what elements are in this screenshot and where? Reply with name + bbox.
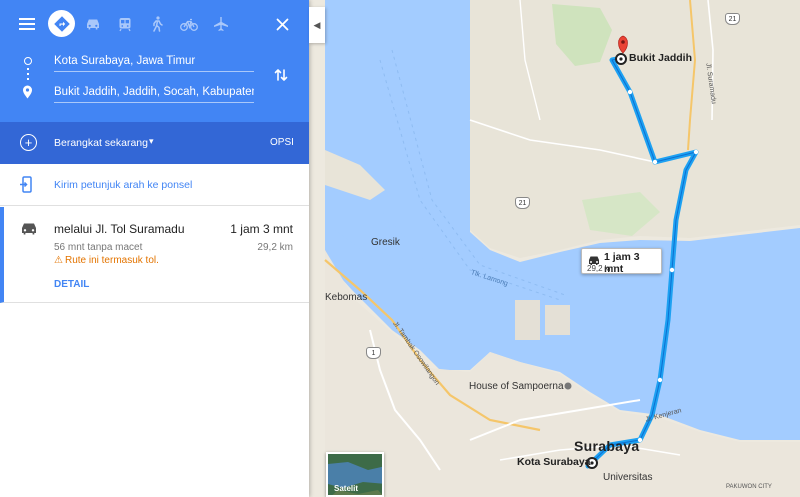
origin-dot-icon bbox=[24, 57, 32, 65]
warning-icon: ⚠ bbox=[54, 255, 63, 266]
sampoerna-label: House of Sampoerna bbox=[469, 381, 564, 392]
send-to-phone-label: Kirim petunjuk arah ke ponsel bbox=[54, 179, 193, 191]
walk-icon bbox=[153, 16, 163, 32]
road-shield-21-a: 21 bbox=[725, 13, 740, 25]
route-dots-icon bbox=[27, 68, 29, 82]
harbour bbox=[515, 300, 540, 340]
close-directions-button[interactable] bbox=[269, 11, 295, 37]
destination-pin-hole bbox=[621, 40, 625, 44]
origin-input[interactable]: Kota Surabaya, Jawa Timur bbox=[54, 50, 254, 72]
universitas-label: Universitas bbox=[603, 472, 653, 483]
directions-panel: Kota Surabaya, Jawa Timur Bukit Jaddih, … bbox=[0, 0, 309, 497]
pakuwon-label: PAKUWON CITY bbox=[726, 484, 772, 490]
route-node bbox=[693, 149, 699, 155]
detail-button[interactable]: DETAIL bbox=[54, 279, 89, 290]
satellite-label: Satelit bbox=[334, 484, 359, 493]
transit-icon bbox=[119, 17, 131, 31]
mode-walk-button[interactable] bbox=[144, 11, 170, 37]
route-node bbox=[652, 159, 658, 165]
route-traffic-note: 56 mnt tanpa macet bbox=[54, 242, 143, 253]
bike-icon bbox=[180, 18, 198, 31]
route-name: melalui Jl. Tol Suramadu bbox=[54, 222, 185, 236]
car-icon bbox=[87, 19, 99, 30]
mode-best-route-button[interactable] bbox=[48, 10, 75, 37]
chevron-left-icon: ◀ bbox=[313, 19, 321, 30]
plus-icon: + bbox=[24, 135, 33, 150]
mode-bike-button[interactable] bbox=[176, 11, 202, 37]
toll-warning-text: Rute ini termasuk tol. bbox=[64, 255, 159, 266]
route-duration: 1 jam 3 mnt bbox=[230, 222, 293, 236]
kebomas-label: Kebomas bbox=[325, 292, 368, 303]
menu-icon bbox=[19, 18, 35, 30]
mode-transit-button[interactable] bbox=[112, 11, 138, 37]
route-node bbox=[627, 89, 633, 95]
flight-icon bbox=[214, 17, 228, 31]
directions-header: Kota Surabaya, Jawa Timur Bukit Jaddih, … bbox=[0, 0, 309, 122]
depart-time-select[interactable]: Berangkat sekarang bbox=[54, 137, 148, 149]
menu-button[interactable] bbox=[14, 11, 40, 37]
road-shield-1: 1 bbox=[366, 347, 381, 359]
poi-marker bbox=[564, 382, 572, 390]
satellite-toggle[interactable]: Satelit bbox=[326, 452, 384, 497]
origin-label: Kota Surabaya bbox=[517, 456, 591, 468]
road-shield-21-b: 21 bbox=[515, 197, 530, 209]
car-icon bbox=[20, 222, 38, 240]
destination-dot-center bbox=[619, 57, 623, 61]
close-icon bbox=[276, 18, 288, 30]
send-to-phone-icon bbox=[19, 176, 33, 198]
route-distance: 29,2 km bbox=[257, 242, 293, 253]
mode-flight-button[interactable] bbox=[208, 11, 234, 37]
directions-icon bbox=[53, 15, 70, 32]
route-info-bubble[interactable]: 1 jam 3 mnt 29,2 km bbox=[581, 248, 662, 275]
add-stop-button[interactable]: + bbox=[20, 134, 37, 151]
toll-warning: ⚠ Rute ini termasuk tol. bbox=[54, 255, 159, 266]
route-node bbox=[657, 377, 663, 383]
route-option-card[interactable]: melalui Jl. Tol Suramadu 1 jam 3 mnt 56 … bbox=[0, 207, 309, 303]
swap-route-button[interactable] bbox=[274, 67, 288, 88]
harbour-2 bbox=[545, 305, 570, 335]
collapse-panel-button[interactable]: ◀ bbox=[309, 7, 325, 43]
mode-car-button[interactable] bbox=[80, 11, 106, 37]
route-node bbox=[669, 267, 675, 273]
swap-icon bbox=[274, 69, 288, 81]
route-info-distance: 29,2 km bbox=[587, 264, 616, 273]
gresik-label: Gresik bbox=[371, 237, 400, 248]
options-button[interactable]: OPSI bbox=[270, 137, 294, 148]
chevron-down-icon: ▾ bbox=[149, 136, 154, 146]
city-label: Surabaya bbox=[574, 438, 640, 454]
depart-bar: + Berangkat sekarang ▾ OPSI bbox=[0, 122, 309, 164]
send-to-phone-row[interactable]: Kirim petunjuk arah ke ponsel bbox=[0, 164, 309, 206]
destination-input[interactable]: Bukit Jaddih, Jaddih, Socah, Kabupaten bbox=[54, 81, 254, 103]
destination-pin-icon bbox=[22, 85, 33, 104]
destination-label: Bukit Jaddih bbox=[629, 52, 693, 64]
